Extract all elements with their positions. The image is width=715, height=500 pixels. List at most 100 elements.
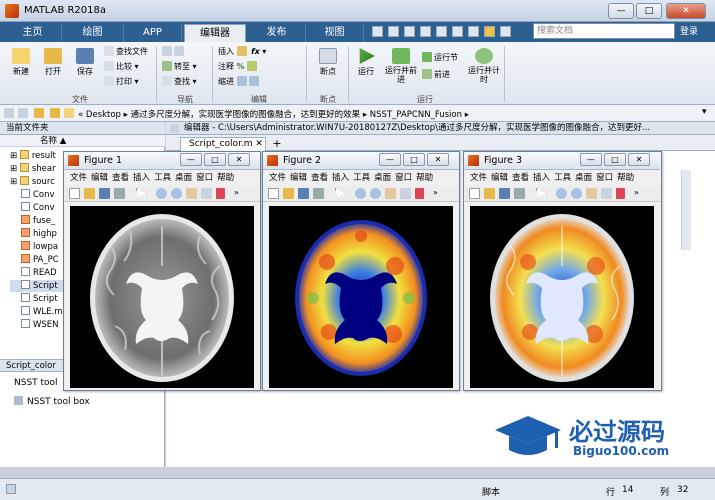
- zoom-in-icon[interactable]: [556, 188, 567, 199]
- menu-view[interactable]: 查看: [112, 173, 129, 183]
- toolbar-overflow-icon[interactable]: »: [634, 188, 639, 197]
- find-files-button[interactable]: 查找文件: [104, 46, 148, 58]
- menu-tools[interactable]: 工具: [353, 173, 370, 183]
- menu-insert[interactable]: 插入: [533, 173, 550, 183]
- menu-tools[interactable]: 工具: [554, 173, 571, 183]
- copy-icon[interactable]: [404, 26, 415, 37]
- run-and-time-button[interactable]: 运行并计时: [468, 48, 500, 84]
- pointer-icon[interactable]: [536, 188, 547, 199]
- close-button[interactable]: ✕: [666, 3, 706, 19]
- run-button[interactable]: 运行: [352, 48, 380, 77]
- cut-icon[interactable]: [388, 26, 399, 37]
- tab-script-color[interactable]: Script_color.m ✕: [180, 137, 266, 151]
- insert-button[interactable]: 插入 fx ▾: [218, 46, 266, 58]
- editor-scrollbar[interactable]: [681, 170, 691, 250]
- rotate-icon[interactable]: [601, 188, 612, 199]
- tab-home[interactable]: 主页: [4, 24, 62, 42]
- menu-desktop[interactable]: 桌面: [575, 173, 592, 183]
- pointer-icon[interactable]: [136, 188, 147, 199]
- new-figure-icon[interactable]: [469, 188, 480, 199]
- find-button[interactable]: 查找 ▾: [162, 76, 197, 88]
- new-tab-button[interactable]: +: [270, 137, 284, 151]
- menu-insert[interactable]: 插入: [332, 173, 349, 183]
- undo-icon[interactable]: [436, 26, 447, 37]
- save-button[interactable]: 保存: [70, 48, 100, 77]
- search-documentation-input[interactable]: 搜索文档: [533, 23, 675, 39]
- tab-publish[interactable]: 发布: [248, 24, 306, 42]
- figure-close-button[interactable]: ✕: [628, 153, 650, 166]
- save-icon[interactable]: [99, 188, 110, 199]
- figure-minimize-button[interactable]: —: [180, 153, 202, 166]
- login-link[interactable]: 登录: [680, 24, 698, 37]
- menu-window[interactable]: 窗口: [596, 173, 613, 183]
- figure-close-button[interactable]: ✕: [228, 153, 250, 166]
- zoom-out-icon[interactable]: [370, 188, 381, 199]
- data-cursor-icon[interactable]: [616, 188, 625, 199]
- run-advance-button[interactable]: 运行并前进: [384, 48, 418, 84]
- compare-button[interactable]: 比较 ▾: [104, 61, 139, 73]
- name-column-header[interactable]: 名称 ▲: [0, 135, 165, 147]
- save-icon[interactable]: [499, 188, 510, 199]
- new-button[interactable]: 新建: [6, 48, 36, 77]
- paste-icon[interactable]: [420, 26, 431, 37]
- open-button[interactable]: 打开: [38, 48, 68, 77]
- menu-help[interactable]: 帮助: [217, 173, 234, 183]
- help-icon[interactable]: [484, 26, 495, 37]
- pan-hand-icon[interactable]: [385, 188, 396, 199]
- tab-view[interactable]: 视图: [306, 24, 364, 42]
- path-dropdown-icon[interactable]: ▾: [702, 107, 707, 117]
- folder-up-icon[interactable]: [34, 108, 44, 118]
- menu-help[interactable]: 帮助: [617, 173, 634, 183]
- data-cursor-icon[interactable]: [415, 188, 424, 199]
- zoom-in-icon[interactable]: [355, 188, 366, 199]
- zoom-out-icon[interactable]: [171, 188, 182, 199]
- menu-help[interactable]: 帮助: [416, 173, 433, 183]
- menu-insert[interactable]: 插入: [133, 173, 150, 183]
- expand-icon[interactable]: ⊞: [10, 151, 20, 161]
- figure-close-button[interactable]: ✕: [427, 153, 449, 166]
- figure-2-window[interactable]: Figure 2 — □ ✕ 文件 编辑 查看 插入 工具 桌面 窗口 帮助 »: [262, 151, 460, 391]
- maximize-button[interactable]: □: [636, 3, 662, 19]
- tab-plots[interactable]: 绘图: [62, 24, 124, 42]
- figure-minimize-button[interactable]: —: [379, 153, 401, 166]
- zoom-out-icon[interactable]: [571, 188, 582, 199]
- open-icon[interactable]: [283, 188, 294, 199]
- figure-maximize-button[interactable]: □: [403, 153, 425, 166]
- menu-tools[interactable]: 工具: [154, 173, 171, 183]
- redo-icon[interactable]: [452, 26, 463, 37]
- open-icon[interactable]: [84, 188, 95, 199]
- breakpoints-button[interactable]: 断点: [312, 48, 344, 77]
- zoom-in-icon[interactable]: [156, 188, 167, 199]
- toolbar-overflow-icon[interactable]: »: [433, 188, 438, 197]
- menu-view[interactable]: 查看: [311, 173, 328, 183]
- menu-edit[interactable]: 编辑: [290, 173, 307, 183]
- print-icon[interactable]: [114, 188, 125, 199]
- save-icon[interactable]: [372, 26, 383, 37]
- menu-file[interactable]: 文件: [470, 173, 487, 183]
- rotate-icon[interactable]: [201, 188, 212, 199]
- rotate-icon[interactable]: [400, 188, 411, 199]
- indent-button[interactable]: 缩进: [218, 76, 261, 88]
- menu-edit[interactable]: 编辑: [91, 173, 108, 183]
- data-cursor-icon[interactable]: [216, 188, 225, 199]
- menu-view[interactable]: 查看: [512, 173, 529, 183]
- forward-icon[interactable]: [18, 108, 28, 118]
- tab-apps[interactable]: APP: [124, 24, 182, 42]
- goto-button[interactable]: 转至 ▾: [162, 61, 197, 73]
- save-icon[interactable]: [298, 188, 309, 199]
- menu-file[interactable]: 文件: [269, 173, 286, 183]
- print-icon[interactable]: [514, 188, 525, 199]
- comment-button[interactable]: 注释 %: [218, 61, 259, 73]
- menu-window[interactable]: 窗口: [395, 173, 412, 183]
- pan-hand-icon[interactable]: [186, 188, 197, 199]
- switch-windows-icon[interactable]: [468, 26, 479, 37]
- browse-folder-icon[interactable]: [50, 108, 60, 118]
- dropdown-icon[interactable]: [500, 26, 511, 37]
- menu-edit[interactable]: 编辑: [491, 173, 508, 183]
- expand-icon[interactable]: ⊞: [10, 177, 20, 187]
- pan-hand-icon[interactable]: [586, 188, 597, 199]
- toolbar-overflow-icon[interactable]: »: [234, 188, 239, 197]
- new-figure-icon[interactable]: [69, 188, 80, 199]
- new-figure-icon[interactable]: [268, 188, 279, 199]
- print-button[interactable]: 打印 ▾: [104, 76, 139, 88]
